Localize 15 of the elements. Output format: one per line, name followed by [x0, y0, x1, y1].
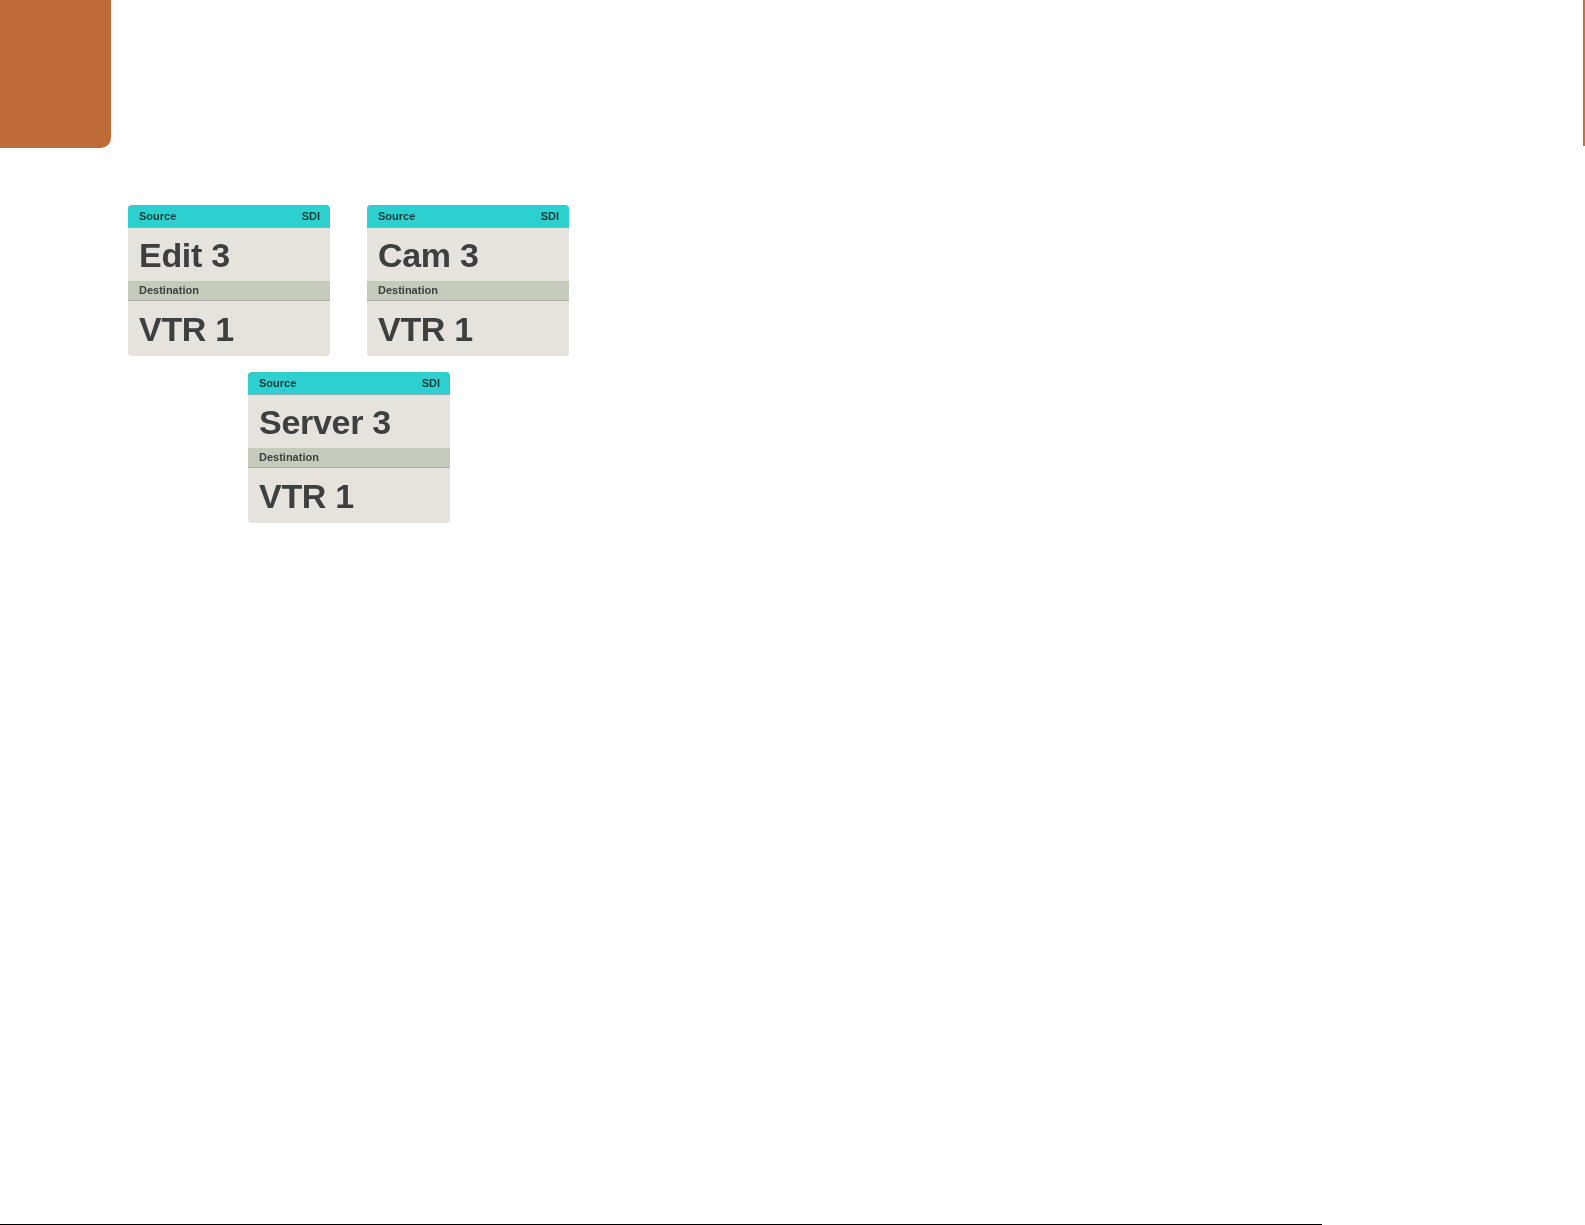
destination-name: VTR 1	[378, 311, 473, 346]
destination-label: Destination	[139, 285, 199, 296]
source-name: Server 3	[259, 404, 391, 439]
format-label: SDI	[301, 210, 320, 222]
destination-label: Destination	[378, 285, 438, 296]
destination-name: VTR 1	[139, 311, 234, 346]
source-name: Cam 3	[378, 237, 479, 272]
format-label: SDI	[421, 377, 440, 389]
format-label: SDI	[540, 210, 559, 222]
destination-label: Destination	[259, 452, 319, 463]
source-name: Edit 3	[139, 237, 230, 272]
destination-name: VTR 1	[259, 478, 354, 513]
source-label: Source	[259, 377, 297, 389]
source-label: Source	[139, 210, 177, 222]
source-label: Source	[378, 210, 416, 222]
